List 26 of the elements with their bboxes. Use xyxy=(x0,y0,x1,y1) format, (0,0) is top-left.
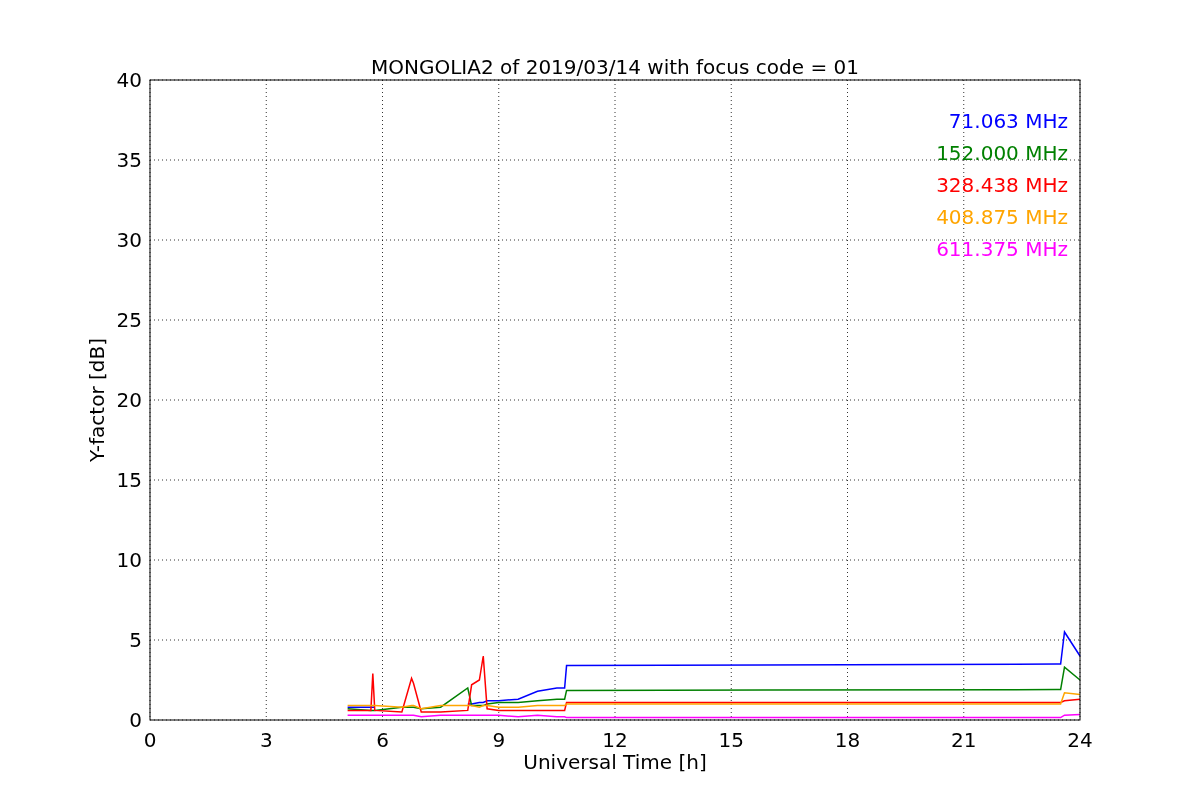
y-tick-label: 20 xyxy=(116,388,142,412)
y-tick-label: 30 xyxy=(116,228,142,252)
x-tick-label: 18 xyxy=(834,728,861,752)
y-tick-label: 10 xyxy=(116,548,142,572)
x-tick-label: 15 xyxy=(718,728,744,752)
y-tick-label: 5 xyxy=(129,628,142,652)
y-tick-label: 35 xyxy=(116,148,142,172)
legend-label: 152.000 MHz xyxy=(936,141,1068,165)
x-tick-label: 0 xyxy=(143,728,157,752)
legend-label: 611.375 MHz xyxy=(936,237,1068,261)
x-tick-label: 12 xyxy=(602,728,628,752)
y-axis-label: Y-factor [dB] xyxy=(85,338,109,462)
legend-label: 328.438 MHz xyxy=(936,173,1068,197)
y-tick-label: 25 xyxy=(116,308,142,332)
x-tick-label: 6 xyxy=(376,728,389,752)
y-tick-label: 40 xyxy=(116,68,142,92)
x-tick-label: 9 xyxy=(492,728,506,752)
x-axis-label: Universal Time [h] xyxy=(523,750,707,774)
x-tick-label: 24 xyxy=(1067,728,1093,752)
y-tick-label: 0 xyxy=(129,708,142,732)
x-tick-label: 3 xyxy=(259,728,273,752)
legend-label: 71.063 MHz xyxy=(948,109,1068,133)
legend-label: 408.875 MHz xyxy=(936,205,1068,229)
x-tick-label: 21 xyxy=(951,728,977,752)
chart-title: MONGOLIA2 of 2019/03/14 with focus code = 01 xyxy=(371,55,859,79)
y-tick-label: 15 xyxy=(116,468,142,492)
